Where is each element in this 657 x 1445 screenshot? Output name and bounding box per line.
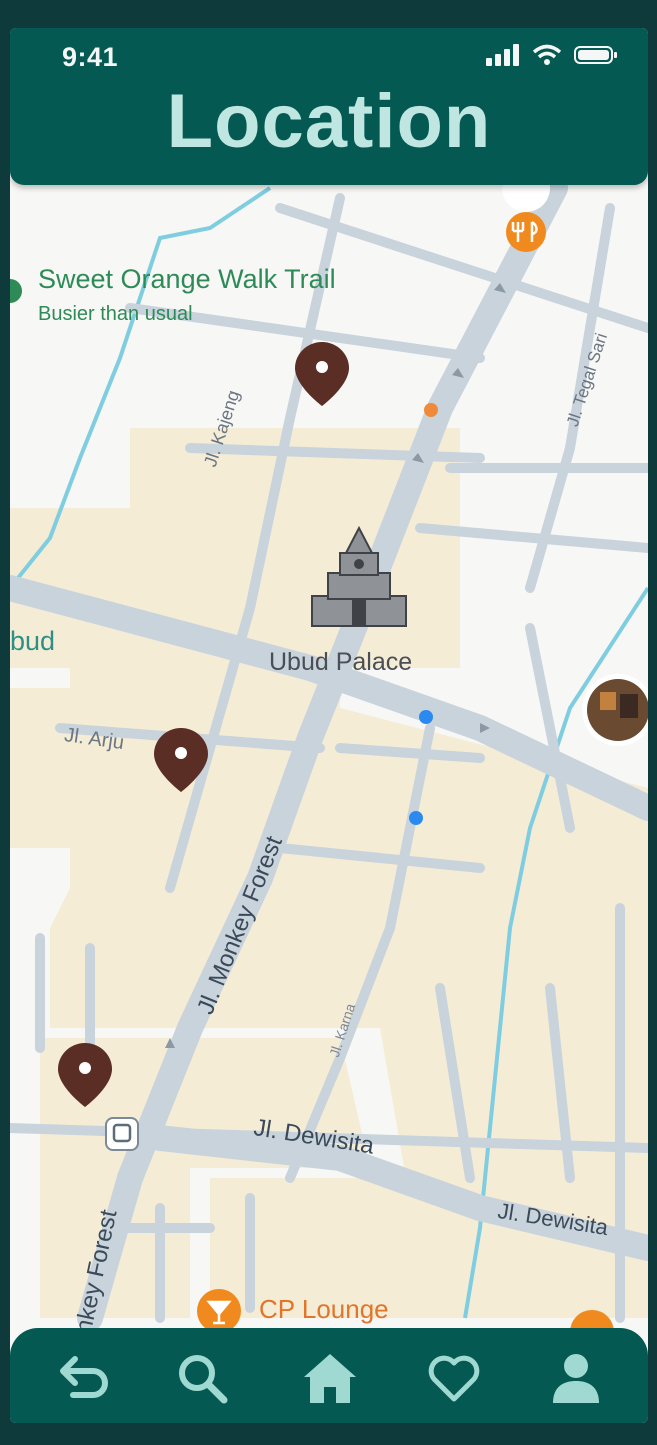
bus-stop-icon[interactable] xyxy=(105,1117,139,1151)
nav-back-button[interactable] xyxy=(50,1346,114,1410)
wifi-icon xyxy=(532,44,562,65)
lounge-marker-icon[interactable] xyxy=(197,1289,241,1333)
trail-marker-icon[interactable] xyxy=(10,279,22,303)
back-icon xyxy=(60,1356,108,1398)
profile-icon xyxy=(553,1354,599,1403)
lounge-label[interactable]: CP Lounge xyxy=(259,1294,389,1325)
ubud-label: bud xyxy=(10,626,56,656)
trail-status-label: Busier than usual xyxy=(38,303,193,325)
status-icons xyxy=(486,44,618,66)
home-icon xyxy=(304,1354,356,1403)
map-blue-dot xyxy=(419,710,433,724)
status-time: 9:41 xyxy=(62,42,119,72)
photo-marker-icon[interactable] xyxy=(582,674,648,746)
nav-search-button[interactable] xyxy=(170,1346,234,1410)
nav-home-button[interactable] xyxy=(298,1346,362,1410)
page-title: Location xyxy=(166,79,492,164)
nav-favorites-button[interactable] xyxy=(422,1346,486,1410)
map-blue-dot xyxy=(409,811,423,825)
map-orange-dot xyxy=(424,403,438,417)
battery-icon xyxy=(574,46,617,64)
signal-icon xyxy=(486,44,519,66)
heart-icon xyxy=(428,1355,480,1402)
palace-label[interactable]: Ubud Palace xyxy=(269,648,412,677)
bottom-nav xyxy=(10,1328,648,1423)
map-blocks xyxy=(10,428,648,1318)
app-header: 9:41 Location xyxy=(10,28,648,185)
nav-profile-button[interactable] xyxy=(544,1346,608,1410)
trail-name-label[interactable]: Sweet Orange Walk Trail xyxy=(38,264,336,295)
phone-screen: Sweet Orange Walk Trail Busier than usua… xyxy=(10,28,648,1423)
search-icon xyxy=(179,1355,228,1404)
